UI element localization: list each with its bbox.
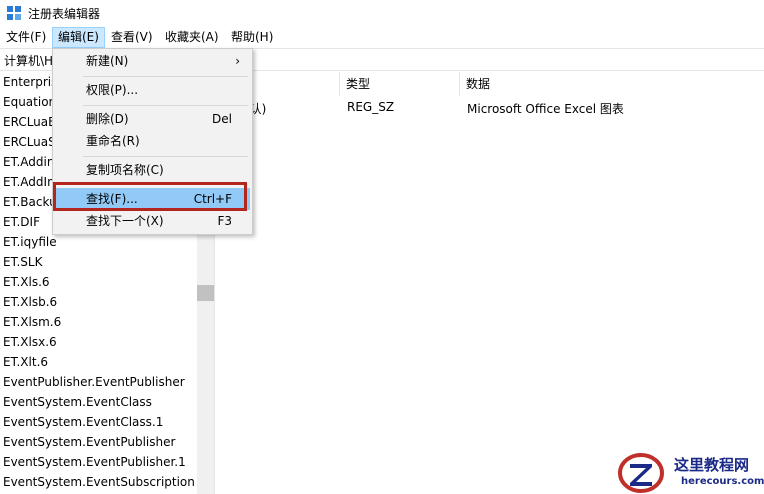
tree-item[interactable]: ET.Addin xyxy=(3,152,54,172)
tree-scroll-thumb[interactable] xyxy=(197,285,214,301)
menu-item-label: 查找下一个(X) xyxy=(86,214,164,228)
menu-item-shortcut: Del xyxy=(212,112,232,126)
menu-separator xyxy=(83,156,248,157)
menu-edit[interactable]: 编辑(E) xyxy=(52,27,105,48)
chevron-right-icon: › xyxy=(235,54,240,68)
tree-item[interactable]: EventSystem.EventSubscription xyxy=(3,472,195,492)
tree-item[interactable]: ET.Backu xyxy=(3,192,57,212)
menu-item-label: 删除(D) xyxy=(86,112,129,126)
menu-item-label: 权限(P)... xyxy=(86,83,139,97)
tree-item[interactable]: ET.Xlsm.6 xyxy=(3,312,61,332)
menu-file[interactable]: 文件(F) xyxy=(1,27,51,48)
annotation-highlight-box xyxy=(53,182,247,211)
menu-item-copy-key-name[interactable]: 复制项名称(C) xyxy=(55,159,250,181)
watermark-title: 这里教程网 xyxy=(674,456,750,474)
value-data: Microsoft Office Excel 图表 xyxy=(467,102,624,116)
menu-favorites[interactable]: 收藏夹(A) xyxy=(160,27,224,48)
menu-item-label: 新建(N) xyxy=(86,54,129,68)
tree-item[interactable]: Equation xyxy=(3,92,56,112)
menu-help[interactable]: 帮助(H) xyxy=(226,27,278,48)
tree-item[interactable]: ERCLuaE xyxy=(3,112,56,132)
address-path[interactable]: 计算机\H xyxy=(4,52,53,69)
menu-item-label: 重命名(R) xyxy=(86,134,140,148)
tree-item[interactable]: EventSystem.EventPublisher xyxy=(3,432,175,452)
column-header-type[interactable]: 类型 xyxy=(340,72,460,96)
menu-separator xyxy=(83,105,248,106)
watermark-logo-icon xyxy=(618,453,664,493)
tree-item[interactable]: EventPublisher.EventPublisher xyxy=(3,372,185,392)
menu-view[interactable]: 查看(V) xyxy=(106,27,158,48)
column-header-data[interactable]: 数据 xyxy=(460,72,764,96)
menu-bar: 文件(F) 编辑(E) 查看(V) 收藏夹(A) 帮助(H) xyxy=(0,27,764,48)
tree-item[interactable]: ET.Xls.6 xyxy=(3,272,50,292)
menu-item-find-next[interactable]: 查找下一个(X) F3 xyxy=(55,210,250,232)
tree-item[interactable]: ERCLuaS xyxy=(3,132,56,152)
tree-item[interactable]: ET.Xlt.6 xyxy=(3,352,48,372)
menu-item-label: 复制项名称(C) xyxy=(86,163,164,177)
tree-item[interactable]: ET.DIF xyxy=(3,212,40,232)
menu-item-delete[interactable]: 删除(D) Del xyxy=(55,108,250,130)
menu-item-shortcut: F3 xyxy=(217,214,232,228)
tree-item[interactable]: ET.Xlsx.6 xyxy=(3,332,57,352)
values-list: 类型 数据 (默认) REG_SZ Microsoft Office Excel… xyxy=(220,72,764,494)
value-type: REG_SZ xyxy=(347,100,395,114)
registry-editor-icon xyxy=(7,6,21,20)
tree-item[interactable]: EventSystem.EventPublisher.1 xyxy=(3,452,186,472)
window-title: 注册表编辑器 xyxy=(28,7,101,21)
title-bar: 注册表编辑器 xyxy=(0,0,764,26)
menu-separator xyxy=(83,76,248,77)
watermark-url: herecours.com xyxy=(681,476,764,487)
watermark: 这里教程网 herecours.com xyxy=(617,452,764,494)
menu-item-permissions[interactable]: 权限(P)... xyxy=(55,79,250,101)
tree-item[interactable]: EventSystem.EventClass.1 xyxy=(3,412,163,432)
menu-item-new[interactable]: 新建(N) › xyxy=(55,50,250,72)
tree-item[interactable]: EventSystem.EventClass xyxy=(3,392,152,412)
menu-item-rename[interactable]: 重命名(R) xyxy=(55,130,250,152)
tree-item[interactable]: ET.iqyfile xyxy=(3,232,57,252)
tree-item[interactable]: ET.SLK xyxy=(3,252,42,272)
tree-item[interactable]: ET.Xlsb.6 xyxy=(3,292,57,312)
tree-item[interactable]: Enterpris xyxy=(3,72,57,92)
tree-item[interactable]: ET.AddIn xyxy=(3,172,55,192)
